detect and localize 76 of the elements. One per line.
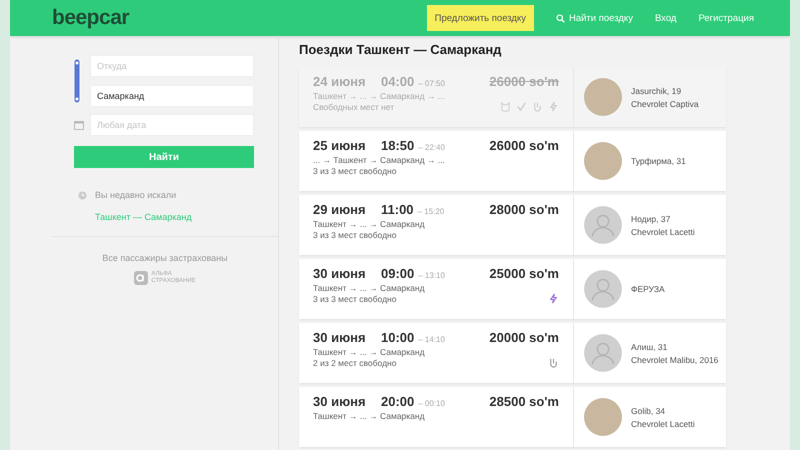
lightning-icon [548,293,559,304]
offer-trip-button[interactable]: Предложить поездку [426,5,534,31]
driver-name: Нодир, 37 [631,214,672,224]
car-model: Chevrolet Captiva [631,98,699,108]
arrival-time: – 14:10 [418,335,445,344]
arrival-time: – 13:10 [418,271,445,280]
driver-name: ФЕРУЗА [631,284,665,294]
departure-time: 10:00 [381,330,414,345]
trip-card[interactable]: 30 июня 10:00 – 14:10 20000 so'm Ташкент → ... → Самарканд 2 из 2 мест свободно Алиш, 31 Chevrolet Malibu, 2016 [299,323,726,383]
recent-searches-label: Вы недавно искали [95,190,176,200]
departure-time: 09:00 [381,266,414,281]
car-model: Chevrolet Malibu, 2016 [631,354,718,364]
trip-date: 30 июня [313,330,367,345]
trip-price: 20000 so'm [489,330,559,345]
photo-placeholder [584,398,622,436]
trip-card[interactable]: 24 июня 04:00 – 07:50 26000 so'm Ташкент → ... → Самарканд → ... Свободных мест нет Jasurchik, 19 Chevrolet Captiva [299,67,726,127]
from-field[interactable]: Откуда [90,55,254,77]
photo-placeholder [584,142,622,180]
seats-available: Свободных мест нет [313,102,396,112]
to-field[interactable]: Самарканд [90,85,254,107]
photo-placeholder [584,78,622,116]
arrival-time: – 00:10 [418,399,445,408]
logo[interactable]: beepcar [52,6,130,30]
departure-time: 04:00 [381,74,414,89]
trip-date: 24 июня [313,74,367,89]
trip-route: Ташкент → ... → Самарканд [313,347,425,357]
trip-date: 29 июня [313,202,367,217]
trip-price: 26000 so'm [489,138,559,153]
trip-price: 25000 so'm [489,266,559,281]
trip-route: Ташкент → ... → Самарканд [313,219,425,229]
seats-available: 2 из 2 мест свободно [313,358,398,368]
departure-time: 11:00 [381,202,414,217]
trip-price: 26000 so'm [489,74,559,89]
seats-available: 3 из 3 мест свободно [313,166,398,176]
hand-icon [532,101,543,112]
trip-date: 30 июня [313,394,367,409]
trip-card[interactable]: 25 июня 18:50 – 22:40 26000 so'm ... → Ташкент → Самарканд → ... 3 из 3 мест свободно Турфирма, 31 [299,131,726,191]
avatar-icon [584,270,622,308]
insurer-logo-icon [134,271,148,285]
departure-time: 18:50 [381,138,414,153]
trip-route: ... → Ташкент → Самарканд → ... [313,155,445,165]
trip-date: 30 июня [313,266,367,281]
trip-card[interactable]: 30 июня 20:00 – 00:10 28500 so'm Ташкент → ... → Самарканд Golib, 34 Chevrolet Lacetti [299,387,726,447]
trip-price: 28500 so'm [489,394,559,409]
trip-price: 28000 so'm [489,202,559,217]
arrival-time: – 07:50 [418,79,445,88]
check-icon [516,101,527,112]
insurance-text: Все пассажиры застрахованы [102,253,228,263]
trip-card[interactable]: 30 июня 09:00 – 13:10 25000 so'm Ташкент → ... → Самарканд 3 из 3 мест свободно ФЕРУЗА [299,259,726,319]
cat-icon [500,101,511,112]
page-title: Поездки Ташкент — Самарканд [299,42,502,57]
trip-route: Ташкент → ... → Самарканд → ... [313,91,445,101]
avatar-icon [584,334,622,372]
arrival-time: – 15:20 [418,207,444,216]
clock-icon [78,190,87,200]
avatar-icon [584,206,622,244]
trip-card[interactable]: 29 июня 11:00 – 15:20 28000 so'm Ташкент → ... → Самарканд 3 из 3 мест свободно Нодир, 37 Chevrolet Lacetti [299,195,726,255]
route-marker-icon [74,59,80,103]
calendar-icon [74,120,84,130]
arrival-time: – 22:40 [418,143,445,152]
driver-name: Golib, 34 [631,406,666,416]
hand-icon [548,357,559,368]
driver-name: Турфирма, 31 [631,156,686,166]
driver-name: Алиш, 31 [631,342,668,352]
car-model: Chevrolet Lacetti [631,226,695,236]
trip-date: 25 июня [313,138,367,153]
trip-route: Ташкент → ... → Самарканд [313,411,425,421]
seats-available: 3 из 3 мест свободно [313,230,398,240]
car-model: Chevrolet Lacetti [631,418,695,428]
trip-route: Ташкент → ... → Самарканд [313,283,425,293]
driver-name: Jasurchik, 19 [631,86,682,96]
departure-time: 20:00 [381,394,414,409]
date-field[interactable]: Любая дата [90,114,254,136]
lightning-icon [548,101,559,112]
search-icon [556,14,565,22]
seats-available: 3 из 3 мест свободно [313,294,398,304]
